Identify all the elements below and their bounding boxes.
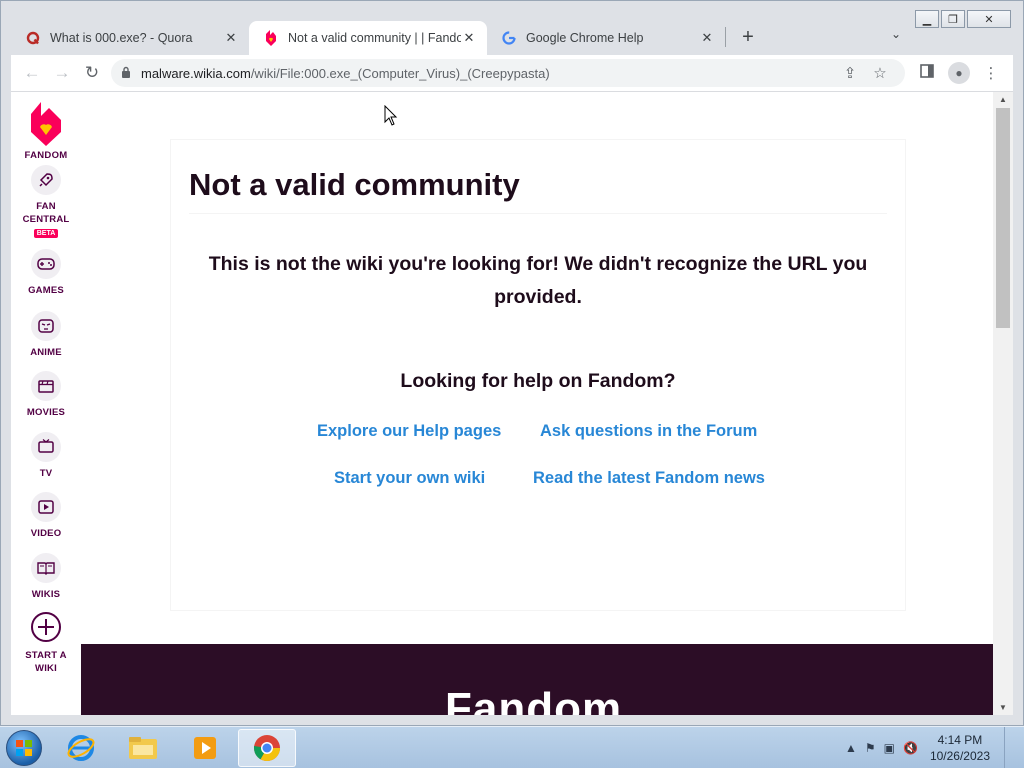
- sidebar-item-video[interactable]: VIDEO: [31, 492, 62, 541]
- fandom-footer: Fandom: [81, 644, 993, 715]
- windows-taskbar: ▲ ⚑ ▣ 🔇 4:14 PM 10/26/2023: [0, 726, 1024, 768]
- system-tray: ▲ ⚑ ▣ 🔇 4:14 PM 10/26/2023: [845, 727, 1014, 768]
- close-tab-icon[interactable]: ✕: [223, 30, 239, 46]
- main-content: Not a valid community This is not the wi…: [81, 92, 993, 715]
- sidebar-item-label: WIKIS: [31, 588, 61, 600]
- start-wiki-link[interactable]: Start your own wiki: [334, 469, 485, 488]
- tab-chrome-help[interactable]: Google Chrome Help ✕: [487, 21, 725, 55]
- fandom-icon: [263, 30, 279, 46]
- profile-avatar-icon[interactable]: ●: [948, 62, 970, 84]
- tab-quora[interactable]: What is 000.exe? - Quora ✕: [11, 21, 249, 55]
- show-hidden-icons-chevron-icon[interactable]: ▲: [845, 741, 857, 755]
- quora-icon: [25, 30, 41, 46]
- play-icon: [31, 492, 61, 522]
- plus-circle-icon: [30, 611, 62, 648]
- page-title: Not a valid community: [189, 167, 520, 202]
- clapperboard-icon: [31, 371, 61, 401]
- sidebar-item-start-a-wiki[interactable]: START A WIKI: [22, 611, 70, 675]
- sidebar-item-tv[interactable]: TV: [31, 431, 61, 481]
- windows-logo-icon: [6, 729, 42, 766]
- clock-time: 4:14 PM: [937, 733, 983, 747]
- divider: [189, 213, 887, 214]
- bookmark-star-icon[interactable]: ☆: [865, 64, 895, 82]
- scrollbar-thumb[interactable]: [996, 108, 1010, 328]
- sidebar-item-label: START A WIKI: [25, 650, 67, 674]
- fandom-logo[interactable]: FANDOM: [25, 100, 68, 161]
- sidebar-item-label: ANIME: [30, 346, 62, 358]
- forward-arrow-icon[interactable]: →: [47, 58, 77, 88]
- tab-title: Google Chrome Help: [526, 31, 644, 45]
- gamepad-icon: [31, 249, 61, 279]
- anime-face-icon: [31, 310, 61, 341]
- browser-toolbar: ← → ↻ malware.wikia.com/wiki/File:000.ex…: [11, 55, 1013, 91]
- scroll-down-arrow-icon[interactable]: ▼: [993, 700, 1013, 715]
- mouse-cursor-icon: [384, 105, 398, 126]
- close-window-button[interactable]: ✕: [967, 10, 1011, 28]
- tab-strip: What is 000.exe? - Quora ✕ Not a valid c…: [11, 19, 762, 55]
- taskbar-clock[interactable]: 4:14 PM 10/26/2023: [930, 732, 990, 764]
- url-path: /wiki/File:000.exe_(Computer_Virus)_(Cre…: [250, 65, 550, 81]
- tab-title: What is 000.exe? - Quora: [50, 31, 193, 45]
- fandom-news-link[interactable]: Read the latest Fandom news: [533, 469, 765, 488]
- lock-icon[interactable]: [121, 66, 131, 81]
- close-tab-icon[interactable]: ✕: [461, 30, 477, 46]
- file-explorer-icon[interactable]: [114, 729, 172, 767]
- sidebar-item-anime[interactable]: ANIME: [30, 310, 62, 360]
- sidebar-item-wikis[interactable]: WIKIS: [31, 552, 61, 602]
- share-icon[interactable]: ⇪: [835, 64, 865, 82]
- tab-fandom[interactable]: Not a valid community | | Fandom ✕: [249, 21, 487, 55]
- sidebar-item-games[interactable]: GAMES: [28, 249, 64, 298]
- fandom-sidebar: FANDOM FAN CENTRAL BETA GAMES ANIME MOVI…: [11, 92, 81, 715]
- book-icon: [31, 552, 61, 583]
- help-pages-link[interactable]: Explore our Help pages: [317, 422, 501, 441]
- help-heading: Looking for help on Fandom?: [400, 370, 676, 392]
- footer-fandom-logo[interactable]: Fandom: [445, 684, 622, 715]
- error-card: Not a valid community This is not the wi…: [170, 139, 906, 611]
- action-center-flag-icon[interactable]: ⚑: [865, 741, 876, 755]
- google-icon: [501, 30, 517, 46]
- address-bar[interactable]: malware.wikia.com/wiki/File:000.exe_(Com…: [111, 59, 905, 87]
- volume-muted-icon[interactable]: 🔇: [903, 741, 918, 755]
- sidebar-item-label: MOVIES: [26, 407, 66, 418]
- scroll-up-arrow-icon[interactable]: ▲: [993, 92, 1013, 108]
- rocket-icon: [31, 165, 61, 195]
- sidebar-item-label: FAN CENTRAL: [22, 201, 70, 225]
- menu-kebab-icon[interactable]: ⋮: [975, 64, 1007, 82]
- tab-title: Not a valid community | | Fandom: [288, 31, 461, 45]
- url-host: malware.wikia.com: [141, 65, 251, 81]
- fandom-flame-icon: [31, 102, 61, 146]
- chrome-taskbar-icon[interactable]: [238, 728, 296, 767]
- tab-separator: [725, 27, 726, 47]
- internet-explorer-icon[interactable]: [52, 729, 110, 767]
- tv-icon: [31, 431, 61, 462]
- forum-link[interactable]: Ask questions in the Forum: [540, 422, 757, 441]
- sidebar-item-fan-central[interactable]: FAN CENTRAL BETA: [21, 165, 71, 238]
- sidebar-item-label: GAMES: [28, 285, 64, 296]
- error-message: This is not the wiki you're looking for!…: [208, 253, 868, 308]
- side-panel-icon[interactable]: [911, 64, 943, 82]
- sidebar-item-label: VIDEO: [30, 528, 62, 539]
- fandom-brand-label: FANDOM: [24, 150, 68, 161]
- sidebar-item-label: TV: [39, 467, 53, 479]
- clock-date: 10/26/2023: [929, 749, 990, 763]
- show-desktop-button[interactable]: [1004, 727, 1014, 768]
- new-tab-button[interactable]: +: [734, 23, 762, 51]
- network-icon[interactable]: ▣: [884, 741, 895, 755]
- vertical-scrollbar[interactable]: ▲ ▼: [993, 92, 1013, 715]
- reload-icon[interactable]: ↻: [77, 58, 107, 88]
- start-button[interactable]: [0, 727, 48, 768]
- tab-search-chevron-icon[interactable]: ⌄: [891, 27, 901, 41]
- beta-badge: BETA: [33, 229, 59, 238]
- page-viewport: FANDOM FAN CENTRAL BETA GAMES ANIME MOVI…: [11, 91, 1013, 715]
- minimize-button[interactable]: ▁: [915, 10, 939, 28]
- sidebar-item-movies[interactable]: MOVIES: [27, 371, 65, 420]
- browser-window: ▁ ❐ ✕ What is 000.exe? - Quora ✕ Not a v…: [0, 0, 1024, 726]
- close-tab-icon[interactable]: ✕: [699, 30, 715, 46]
- maximize-button[interactable]: ❐: [941, 10, 965, 28]
- back-arrow-icon[interactable]: ←: [17, 58, 47, 88]
- window-controls: ▁ ❐ ✕: [915, 10, 1011, 28]
- media-player-icon[interactable]: [176, 729, 234, 767]
